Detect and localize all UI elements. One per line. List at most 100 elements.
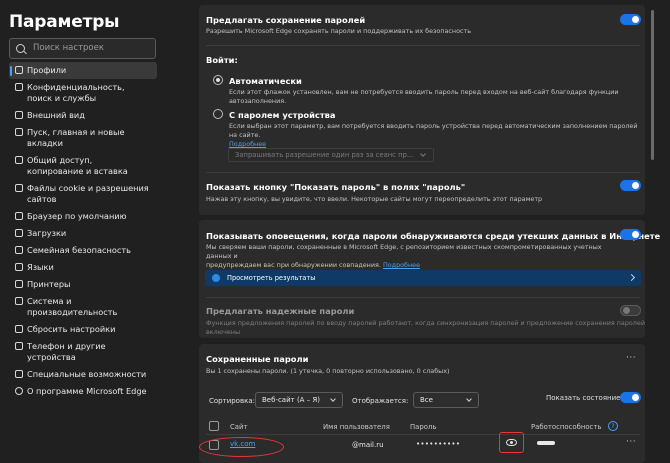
sidebar-item-profiles[interactable]: Профили [9,62,157,79]
chevron-down-icon [330,396,336,402]
sidebar-item-family[interactable]: Семейная безопасность [9,242,157,259]
strong-passwords-title: Предлагать надежные пароли [206,306,355,316]
sidebar-item-languages[interactable]: Языки [9,259,157,276]
sidebar-item-label: Сбросить настройки [27,324,116,334]
scrollbar[interactable] [650,0,656,463]
accessibility-icon [15,370,23,378]
home-icon [15,128,23,136]
offer-save-toggle[interactable] [620,14,641,25]
search-placeholder: Поиск настроек [33,43,104,53]
language-icon [15,263,23,271]
sidebar-item-label: Браузер по умолчанию [27,211,127,221]
show-password-desc: Нажав эту кнопку, вы увидите, что ввели.… [206,195,543,203]
password-strength-indicator [537,441,555,445]
radio-device-label: С паролем устройства [229,110,336,120]
radio-device-desc: Если выбран этот параметр, вам потребует… [229,122,639,149]
sidebar-item-label: Система и производительность [27,296,118,317]
saved-passwords-summary: Вы 1 сохранены пароли. (1 утечка, 0 повт… [206,367,450,375]
download-icon [15,229,23,237]
edge-icon [15,387,23,395]
lock-icon [15,83,23,91]
show-password-title: Показать кнопку "Показать пароль" в поля… [206,182,466,192]
sidebar-item-system[interactable]: Система и производительность [9,293,157,321]
reauth-select-value: Запрашивать разрешение один раз за сеанс… [235,151,414,159]
column-password[interactable]: Пароль [410,423,436,431]
appearance-icon [15,111,23,119]
show-health-toggle[interactable] [620,392,641,403]
show-health-label: Показать состояние [546,394,621,402]
system-icon [15,297,23,305]
reauth-select: Запрашивать разрешение один раз за сеанс… [228,148,434,162]
sort-value: Веб-сайт (А – Я) [262,396,321,404]
divider [206,172,640,173]
sidebar-item-label: Конфиденциальность, поиск и службы [27,82,125,103]
sidebar-item-label: Профили [27,65,67,75]
search-icon [16,44,25,53]
help-icon[interactable]: ? [608,421,618,431]
sort-dropdown[interactable]: Веб-сайт (А – Я) [255,392,343,408]
strong-passwords-toggle[interactable] [620,305,641,316]
show-password-toggle[interactable] [620,180,641,191]
sidebar-item-label: Загрузки [27,228,67,238]
profile-icon [15,66,23,74]
offer-save-title: Предлагать сохранение паролей [206,15,366,25]
sidebar-item-start[interactable]: Пуск, главная и новые вкладки [9,124,157,152]
column-username[interactable]: Имя пользователя [323,423,390,431]
leak-alerts-desc-line2: предупреждаем вас при обнаружении совпад… [206,261,381,269]
leak-learn-more-link[interactable]: Подробнее [383,261,420,269]
sidebar-item-downloads[interactable]: Загрузки [9,225,157,242]
divider [206,45,640,46]
select-all-checkbox[interactable] [209,421,219,431]
sort-label: Сортировка: [209,397,255,405]
sidebar-item-default-browser[interactable]: Браузер по умолчанию [9,208,157,225]
radio-automatic-label: Автоматически [229,76,302,86]
chevron-down-icon [420,151,426,157]
leak-alerts-title: Показывать оповещения, когда пароли обна… [206,231,661,241]
status-dot-icon [212,274,220,282]
username-cell: @mail.ru [352,441,384,449]
column-health[interactable]: Работоспособность [531,423,601,431]
sidebar-item-privacy[interactable]: Конфиденциальность, поиск и службы [9,79,157,107]
sidebar-item-about[interactable]: О программе Microsoft Edge [9,383,157,400]
display-value: Все [420,396,433,404]
sidebar-nav: Профили Конфиденциальность, поиск и служ… [0,62,166,400]
sidebar-item-label: Телефон и другие устройства [27,341,106,362]
display-dropdown[interactable]: Все [413,392,479,408]
cookie-icon [15,184,23,192]
sidebar-item-label: Внешний вид [27,110,85,120]
saved-passwords-more-button[interactable]: ··· [626,354,636,363]
search-input[interactable]: Поиск настроек [9,38,156,59]
offer-save-desc: Разрешить Microsoft Edge сохранять парол… [206,27,472,35]
sidebar-item-share[interactable]: Общий доступ, копирование и вставка [9,152,157,180]
sidebar-item-label: Принтеры [27,279,71,289]
sidebar-item-label: Семейная безопасность [27,245,131,255]
chevron-down-icon [466,396,472,402]
sidebar-item-phone[interactable]: Телефон и другие устройства [9,338,157,366]
sidebar-item-accessibility[interactable]: Специальные возможности [9,366,157,383]
row-more-button[interactable]: ··· [626,438,636,447]
radio-device-password[interactable] [213,109,223,119]
sidebar-item-appearance[interactable]: Внешний вид [9,107,157,124]
column-site[interactable]: Сайт [230,423,248,431]
printer-icon [15,280,23,288]
saved-passwords-title: Сохраненные пароли [206,354,309,364]
divider [206,434,640,435]
device-learn-more-link[interactable]: Подробнее [229,140,266,148]
radio-automatic[interactable] [213,75,223,85]
sidebar-item-printers[interactable]: Принтеры [9,276,157,293]
sidebar-item-label: Пуск, главная и новые вкладки [27,127,125,148]
annotation-ellipse [199,437,284,457]
sidebar-item-label: Файлы cookie и разрешения сайтов [27,183,149,204]
leak-alerts-desc-line1: Мы сверяем ваши пароли, сохраненные в Mi… [206,243,602,260]
password-cell: •••••••••• [416,440,461,448]
leak-alerts-toggle[interactable] [620,229,641,240]
scrollbar-thumb[interactable] [651,10,654,160]
signin-label: Войти: [206,55,238,65]
sidebar-item-reset[interactable]: Сбросить настройки [9,321,157,338]
sidebar-item-cookies[interactable]: Файлы cookie и разрешения сайтов [9,180,157,208]
phone-icon [15,342,23,350]
chevron-right-icon [627,273,636,282]
sidebar-item-label: О программе Microsoft Edge [27,386,147,396]
view-results-button[interactable]: Просмотреть результаты [205,270,641,286]
sidebar-item-label: Языки [27,262,54,272]
